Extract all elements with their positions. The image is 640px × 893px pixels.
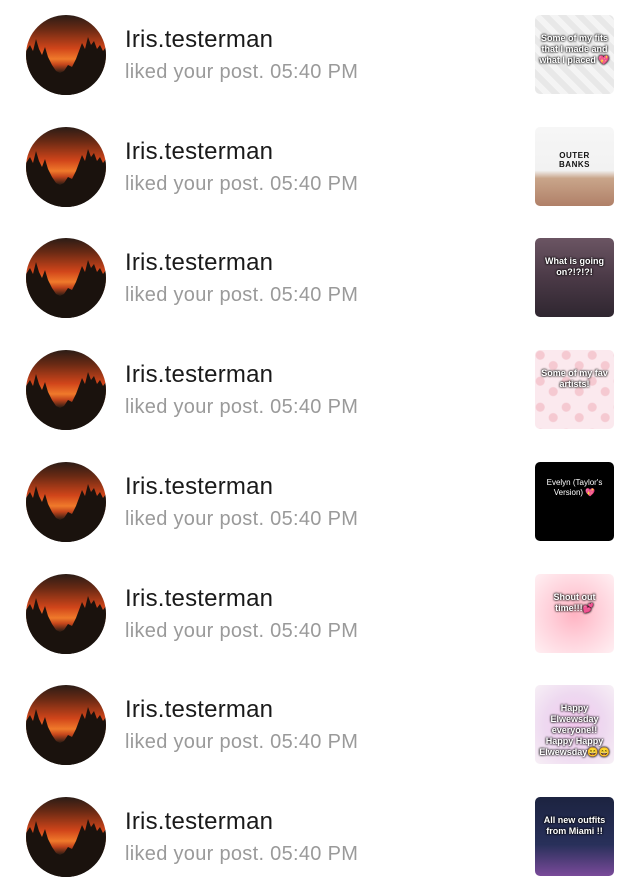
- post-thumbnail[interactable]: All new outfits from Miami !!: [535, 796, 614, 876]
- activity-text: liked your post. 05:40 PM: [125, 619, 359, 642]
- thumbnail-caption: Evelyn (Taylor's Version) 💖: [546, 477, 603, 497]
- username[interactable]: Iris.testerman: [125, 808, 273, 836]
- sunset-trees-avatar-image: [26, 707, 106, 766]
- notification-row[interactable]: Iris.testerman liked your post. 05:40 PM…: [0, 782, 640, 893]
- post-thumbnail[interactable]: Shout out time!!!💕: [535, 573, 614, 653]
- username[interactable]: Iris.testerman: [125, 696, 273, 724]
- activity-text: liked your post. 05:40 PM: [125, 507, 359, 530]
- post-thumbnail[interactable]: Happy Elwewsday everyone!! Happy Happy E…: [535, 685, 614, 765]
- username[interactable]: Iris.testerman: [125, 26, 273, 54]
- username[interactable]: Iris.testerman: [125, 249, 273, 277]
- activity-text: liked your post. 05:40 PM: [125, 172, 359, 195]
- avatar[interactable]: [26, 573, 106, 654]
- username[interactable]: Iris.testerman: [125, 585, 273, 613]
- avatar[interactable]: [26, 15, 106, 95]
- notification-row[interactable]: Iris.testerman liked your post. 05:40 PM…: [0, 670, 640, 782]
- activity-text: liked your post. 05:40 PM: [125, 842, 359, 865]
- notification-row[interactable]: Iris.testerman liked your post. 05:40 PM…: [0, 223, 640, 335]
- thumbnail-caption: Shout out time!!!💕: [553, 591, 596, 613]
- thumbnail-caption: Some of my fav artists!: [541, 368, 608, 390]
- post-thumbnail[interactable]: OUTER BANKS: [535, 126, 614, 206]
- thumbnail-caption: OUTER BANKS: [559, 150, 590, 169]
- sunset-trees-avatar-image: [26, 483, 106, 542]
- username[interactable]: Iris.testerman: [125, 473, 273, 501]
- notification-row[interactable]: Iris.testerman liked your post. 05:40 PM…: [0, 447, 640, 559]
- thumbnail-caption: Some of my fits that I made and what I p…: [539, 33, 610, 65]
- sunset-trees-avatar-image: [26, 260, 106, 319]
- avatar[interactable]: [26, 461, 106, 542]
- post-thumbnail[interactable]: What is going on?!?!?!: [535, 238, 614, 318]
- sunset-trees-avatar-image: [26, 37, 106, 95]
- post-thumbnail[interactable]: Evelyn (Taylor's Version) 💖: [535, 461, 614, 541]
- activity-text: liked your post. 05:40 PM: [125, 61, 359, 83]
- avatar[interactable]: [26, 350, 106, 431]
- username[interactable]: Iris.testerman: [125, 138, 273, 166]
- post-thumbnail[interactable]: Some of my fav artists!: [535, 350, 614, 430]
- thumbnail-caption: What is going on?!?!?!: [545, 256, 604, 278]
- thumbnail-caption: All new outfits from Miami !!: [543, 814, 606, 836]
- username[interactable]: Iris.testerman: [125, 361, 273, 389]
- avatar[interactable]: [26, 238, 106, 319]
- thumbnail-caption: Happy Elwewsday everyone!! Happy Happy E…: [539, 703, 610, 758]
- post-thumbnail[interactable]: Some of my fits that I made and what I p…: [535, 15, 614, 94]
- sunset-trees-avatar-image: [26, 595, 106, 654]
- avatar[interactable]: [26, 685, 106, 766]
- activity-text: liked your post. 05:40 PM: [125, 396, 359, 419]
- notification-row[interactable]: Iris.testerman liked your post. 05:40 PM…: [0, 335, 640, 447]
- sunset-trees-avatar-image: [26, 372, 106, 431]
- avatar[interactable]: [26, 796, 106, 877]
- notification-row[interactable]: Iris.testerman liked your post. 05:40 PM…: [0, 112, 640, 224]
- notification-row[interactable]: Iris.testerman liked your post. 05:40 PM…: [0, 559, 640, 671]
- sunset-trees-avatar-image: [26, 148, 106, 207]
- sunset-trees-avatar-image: [26, 818, 106, 877]
- activity-text: liked your post. 05:40 PM: [125, 284, 359, 307]
- notification-row[interactable]: Iris.testerman liked your post. 05:40 PM…: [0, 0, 640, 112]
- avatar[interactable]: [26, 126, 106, 207]
- activity-text: liked your post. 05:40 PM: [125, 731, 359, 754]
